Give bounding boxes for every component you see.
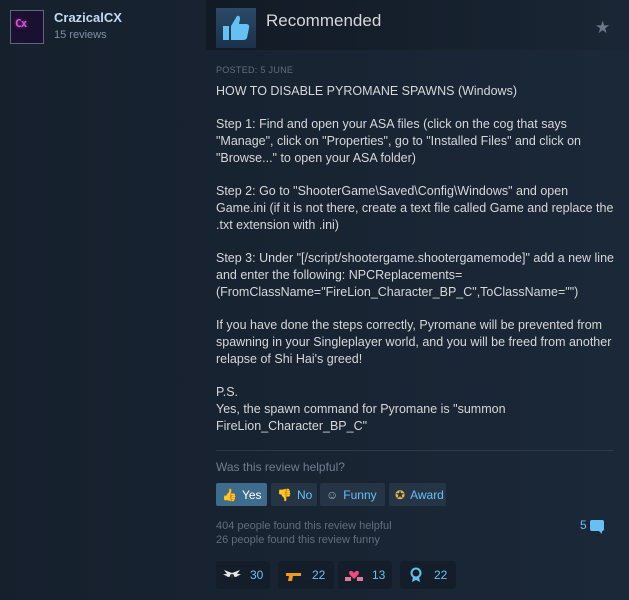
award-count: 30 xyxy=(250,568,264,582)
wings-award-icon xyxy=(222,567,242,583)
vote-funny-label: Funny xyxy=(343,487,377,502)
review-paragraph: If you have done the steps correctly, Py… xyxy=(216,318,615,366)
award-ribbon-icon: ✪ xyxy=(395,487,406,502)
vote-no-label: No xyxy=(296,487,313,502)
award-count: 22 xyxy=(312,568,326,582)
author-name[interactable]: CrazicalCX xyxy=(54,10,122,25)
comment-count: 5 xyxy=(580,518,587,532)
review-body: HOW TO DISABLE PYROMANE SPAWNS (Windows)… xyxy=(216,83,616,451)
review-paragraph: HOW TO DISABLE PYROMANE SPAWNS (Windows) xyxy=(216,84,517,98)
award-item[interactable]: 22 xyxy=(400,561,456,589)
award-item[interactable]: 13 xyxy=(338,561,392,589)
review-paragraph: P.S. Yes, the spawn command for Pyromane… xyxy=(216,385,506,433)
vote-no-button[interactable]: 👎 No xyxy=(271,483,317,506)
avatar-glyph: Cx xyxy=(15,17,27,30)
review-card: Cx CrazicalCX 15 reviews Recommended ★ P… xyxy=(0,0,629,600)
vote-yes-label: Yes xyxy=(241,487,262,502)
thumbs-up-icon xyxy=(216,8,256,48)
award-count: 13 xyxy=(372,568,386,582)
thumbs-down-icon: 👎 xyxy=(277,487,292,502)
review-stats: 404 people found this review helpful 26 … xyxy=(216,519,392,547)
smiley-icon: ☺ xyxy=(326,487,339,502)
helpful-count: 404 people found this review helpful xyxy=(216,520,392,532)
comment-bubble-icon xyxy=(589,520,604,535)
review-paragraph: Step 2: Go to "ShooterGame\Saved\Config\… xyxy=(216,184,617,232)
review-header: Recommended ★ xyxy=(206,0,629,50)
award-item[interactable]: 30 xyxy=(216,561,270,589)
author-review-count[interactable]: 15 reviews xyxy=(54,29,107,41)
review-paragraph: Step 3: Under "[/script/shootergame.shoo… xyxy=(216,251,618,299)
award-button[interactable]: ✪ Award xyxy=(389,483,446,506)
helpful-question: Was this review helpful? xyxy=(216,460,345,474)
posted-date: POSTED: 5 JUNE xyxy=(216,65,294,75)
avatar[interactable]: Cx xyxy=(10,10,44,44)
review-paragraph: Step 1: Find and open your ASA files (cl… xyxy=(216,117,585,165)
review-verdict[interactable]: Recommended xyxy=(266,11,381,31)
divider xyxy=(216,450,613,451)
vote-funny-button[interactable]: ☺ Funny xyxy=(320,483,385,506)
gun-award-icon xyxy=(284,567,304,583)
award-count: 22 xyxy=(434,568,448,582)
thumbs-up-icon: 👍 xyxy=(222,487,237,502)
funny-count: 26 people found this review funny xyxy=(216,534,380,546)
medal-award-icon xyxy=(406,567,426,583)
heart-hands-award-icon xyxy=(344,567,364,583)
star-icon[interactable]: ★ xyxy=(595,19,611,36)
award-item[interactable]: 22 xyxy=(278,561,334,589)
award-label: Award xyxy=(410,487,444,502)
comment-count-link[interactable]: 5 xyxy=(580,518,604,535)
vote-yes-button[interactable]: 👍 Yes xyxy=(216,483,267,506)
